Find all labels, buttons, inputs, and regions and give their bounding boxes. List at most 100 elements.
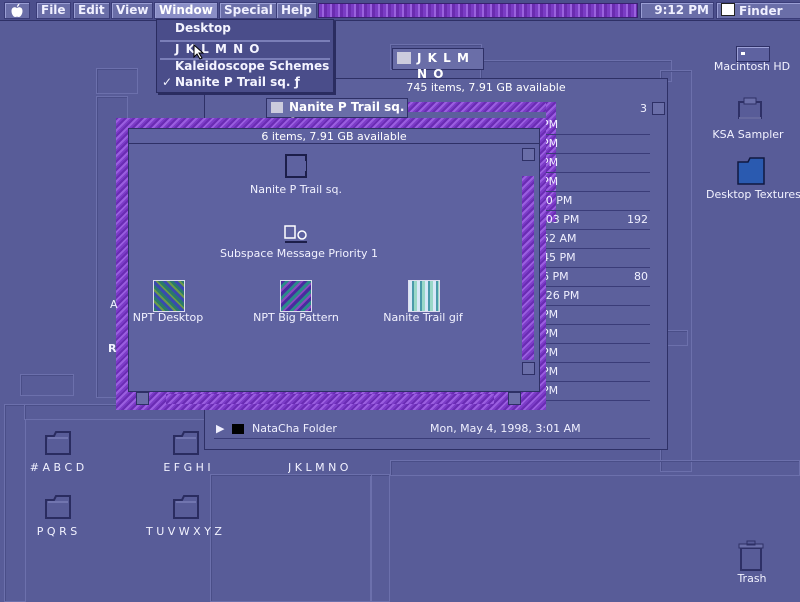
application-name: Finder xyxy=(739,4,783,18)
list-item[interactable]: 6 PM 80 xyxy=(540,268,650,287)
desktop-pattern xyxy=(370,474,390,602)
list-item-time: :03 PM xyxy=(542,213,580,226)
nanite-scroll-down[interactable] xyxy=(522,362,535,375)
apple-menu[interactable] xyxy=(4,2,30,19)
folder-abcd-icon[interactable] xyxy=(44,430,72,459)
macintosh-hd-label: Macintosh HD xyxy=(713,60,791,73)
menu-special[interactable]: Special xyxy=(219,2,278,19)
jklmno-scroll-up[interactable] xyxy=(652,102,665,115)
disclosure-triangle-icon[interactable]: ▶ xyxy=(216,420,224,438)
nanite-item-label: Nanite P Trail sq. xyxy=(250,183,342,196)
subspace-message-label: Subspace Message Priority 1 xyxy=(220,247,379,260)
mouse-cursor-icon xyxy=(193,43,205,63)
list-item[interactable]: PM xyxy=(540,173,650,192)
list-item[interactable]: :03 PM 192 xyxy=(540,211,650,230)
folder-efghi-label: E F G H I xyxy=(163,461,211,474)
menubar-decoration xyxy=(318,3,638,18)
list-item[interactable]: PM xyxy=(540,154,650,173)
nanite-scroll-up[interactable] xyxy=(522,148,535,161)
folder-pqrs-icon[interactable] xyxy=(44,494,72,523)
menu-help[interactable]: Help xyxy=(276,2,317,19)
list-item-time: :26 PM xyxy=(542,289,580,302)
folder-tuvwxyz-icon[interactable] xyxy=(172,494,200,523)
jklmno-title-tab[interactable]: J K L M N O xyxy=(392,48,484,81)
nanite-status: 6 items, 7.91 GB available xyxy=(129,130,539,144)
menubar-clock[interactable]: 9:12 PM xyxy=(640,2,714,19)
nanite-scrollbar-v[interactable] xyxy=(522,176,534,360)
list-item[interactable]: PM xyxy=(540,325,650,344)
folder-icon xyxy=(271,102,283,113)
desktop-textures-folder-icon[interactable] xyxy=(736,156,766,186)
desktop-textures-label: Desktop Textures xyxy=(706,188,800,201)
nanite-scrollbar-h[interactable] xyxy=(166,394,494,404)
partial-label: A xyxy=(110,298,118,311)
nanite-scroll-right[interactable] xyxy=(508,392,521,405)
npt-desktop-label: NPT Desktop xyxy=(132,311,204,324)
ksa-sampler-icon[interactable] xyxy=(736,96,764,124)
folder-pqrs-label: P Q R S xyxy=(36,525,78,538)
checkmark-icon: ✓ xyxy=(162,75,173,89)
list-item[interactable]: ▶ NataCha Folder Mon, May 4, 1998, 3:01 … xyxy=(214,420,650,439)
finder-icon xyxy=(721,3,735,16)
application-menu[interactable]: Finder xyxy=(716,2,800,19)
jklmno-status: 745 items, 7.91 GB available xyxy=(406,81,566,94)
desktop-pattern xyxy=(4,404,26,602)
trash-label: Trash xyxy=(737,572,767,585)
window-menu-item-nanite[interactable]: ✓ Nanite P Trail sq. ƒ xyxy=(160,75,330,90)
jklmno-frame-top xyxy=(408,102,556,112)
list-item[interactable]: PM xyxy=(540,306,650,325)
nanite-window[interactable]: 6 items, 7.91 GB available xyxy=(128,128,540,392)
menu-window[interactable]: Window xyxy=(154,2,218,19)
menu-bar: File Edit View Window Special Help 9:12 … xyxy=(0,0,800,21)
list-item[interactable]: PM xyxy=(540,116,650,135)
jklmno-title: J K L M N O xyxy=(417,51,470,81)
drive-led xyxy=(741,52,745,55)
window-menu-item-kaleidoscope[interactable]: Kaleidoscope Schemes xyxy=(160,59,330,74)
folder-tuvwxyz-label: T U V W X Y Z xyxy=(146,525,222,538)
folder-abcd-label: # A B C D xyxy=(29,461,85,474)
menu-edit[interactable]: Edit xyxy=(73,2,110,19)
window-menu-item-label: Nanite P Trail sq. ƒ xyxy=(175,75,300,89)
list-item[interactable]: PM xyxy=(540,135,650,154)
window-menu-item-jklmno[interactable]: J K L M N O xyxy=(160,42,330,57)
nanite-folder-icon[interactable] xyxy=(282,152,310,180)
list-item-time: 52 AM xyxy=(542,232,577,245)
list-item[interactable]: :0 PM xyxy=(540,192,650,211)
npt-big-pattern-icon[interactable] xyxy=(280,280,312,312)
list-item-size: 80 xyxy=(634,270,648,283)
trash-icon[interactable] xyxy=(736,540,766,572)
folder-jklmno-label[interactable]: J K L M N O xyxy=(288,461,348,474)
nanite-trail-gif-icon[interactable] xyxy=(408,280,440,312)
partial-label: R xyxy=(108,342,117,355)
window-menu-dropdown: Desktop J K L M N O Kaleidoscope Schemes… xyxy=(156,19,334,93)
list-item[interactable]: PM xyxy=(540,382,650,401)
folder-efghi-icon[interactable] xyxy=(172,430,200,459)
list-item-size: 192 xyxy=(627,213,648,226)
list-item[interactable]: PM xyxy=(540,363,650,382)
jklmno-scroll-value: 3 xyxy=(640,102,647,115)
nanite-title-tab[interactable]: Nanite P Trail sq. ƒ xyxy=(266,98,408,130)
menu-view[interactable]: View xyxy=(111,2,154,19)
folder-icon xyxy=(232,424,244,434)
nanite-trail-gif-label: Nanite Trail gif xyxy=(383,311,463,324)
list-item-name: NataCha Folder xyxy=(252,422,337,435)
list-item-date: Mon, May 4, 1998, 3:01 AM xyxy=(430,422,581,435)
window-menu-item-desktop[interactable]: Desktop xyxy=(160,21,330,36)
subspace-message-icon[interactable] xyxy=(282,222,310,248)
menu-file[interactable]: File xyxy=(36,2,71,19)
list-item-time: :0 PM xyxy=(542,194,573,207)
list-item[interactable]: 52 AM xyxy=(540,230,650,249)
apple-icon xyxy=(11,3,23,18)
ksa-sampler-label: KSA Sampler xyxy=(712,128,784,141)
desktop-pattern xyxy=(96,68,138,94)
desktop-pattern xyxy=(20,374,74,396)
list-item[interactable]: :26 PM xyxy=(540,287,650,306)
nanite-scroll-left[interactable] xyxy=(136,392,149,405)
desktop-pattern xyxy=(390,460,800,476)
list-item-time: 45 PM xyxy=(542,251,576,264)
list-item[interactable]: 45 PM xyxy=(540,249,650,268)
npt-big-pattern-label: NPT Big Pattern xyxy=(253,311,339,324)
list-item[interactable]: PM xyxy=(540,344,650,363)
npt-desktop-icon[interactable] xyxy=(153,280,185,312)
desktop-pattern xyxy=(210,474,372,602)
